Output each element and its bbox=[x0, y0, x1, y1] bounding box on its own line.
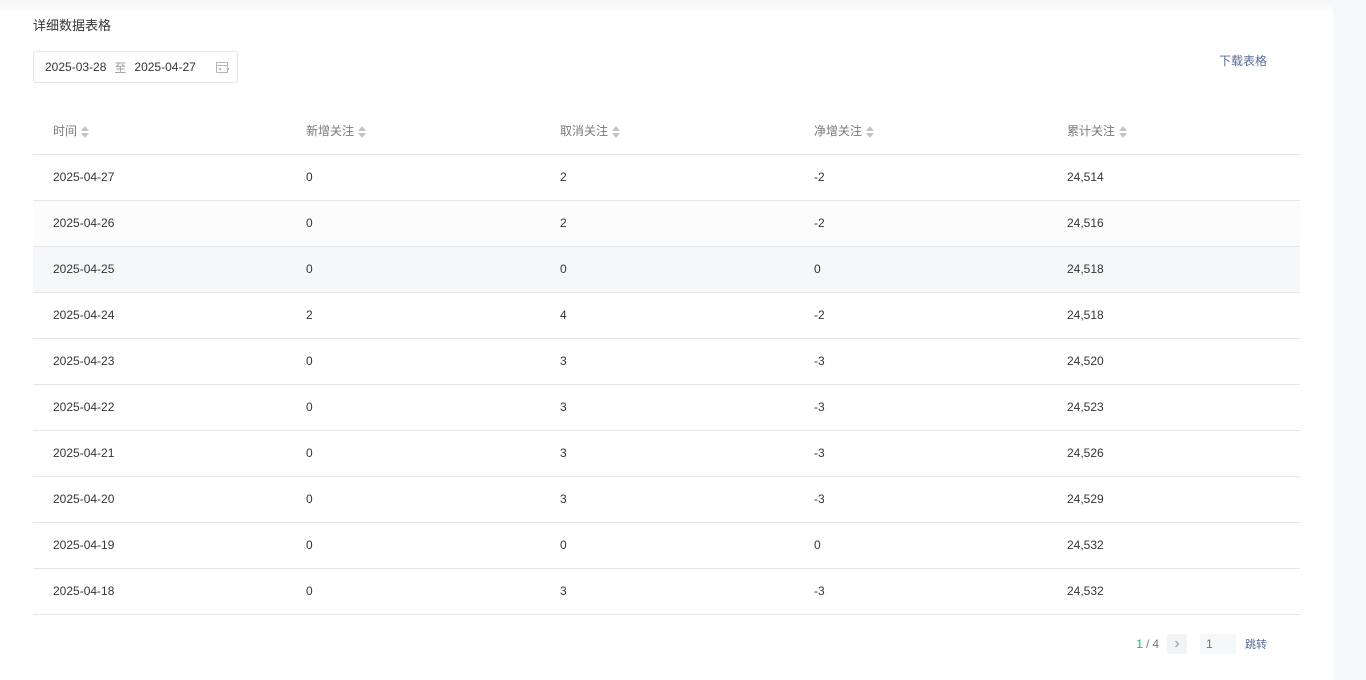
sort-icon[interactable] bbox=[81, 126, 90, 139]
cell-unfollows: 0 bbox=[540, 522, 794, 569]
column-header-label: 取消关注 bbox=[560, 124, 609, 139]
cell-unfollows: 2 bbox=[540, 200, 794, 247]
data-panel: 详细数据表格 2025-03-28 至 2025-04-27 下载表格 时间 新… bbox=[0, 0, 1333, 680]
cell-unfollows: 2 bbox=[540, 154, 794, 201]
cell-date: 2025-04-19 bbox=[33, 522, 286, 569]
table-row: 2025-04-20 0 3 -3 24,529 bbox=[33, 476, 1300, 523]
page-separator: / bbox=[1145, 637, 1150, 651]
column-header-label: 累计关注 bbox=[1067, 124, 1116, 139]
sort-icon[interactable] bbox=[866, 126, 875, 139]
cell-net-follows: -3 bbox=[794, 476, 1047, 523]
cell-net-follows: -2 bbox=[794, 154, 1047, 201]
cell-net-follows: 0 bbox=[794, 522, 1047, 569]
top-shadow bbox=[0, 0, 1333, 12]
column-header-total-follows[interactable]: 累计关注 bbox=[1047, 108, 1300, 155]
cell-date: 2025-04-26 bbox=[33, 200, 286, 247]
cell-total-follows: 24,532 bbox=[1047, 568, 1300, 615]
cell-new-follows: 0 bbox=[286, 200, 540, 247]
cell-date: 2025-04-18 bbox=[33, 568, 286, 615]
cell-unfollows: 3 bbox=[540, 338, 794, 385]
data-table: 时间 新增关注 取消关注 净增关注 累计关注 2025-04-27 0 2 -2… bbox=[33, 108, 1300, 615]
cell-net-follows: -3 bbox=[794, 568, 1047, 615]
cell-date: 2025-04-21 bbox=[33, 430, 286, 477]
cell-total-follows: 24,514 bbox=[1047, 154, 1300, 201]
date-range-separator: 至 bbox=[114, 60, 127, 75]
column-header-label: 新增关注 bbox=[306, 124, 355, 139]
next-page-button[interactable] bbox=[1167, 634, 1187, 654]
cell-unfollows: 0 bbox=[540, 246, 794, 293]
cell-total-follows: 24,523 bbox=[1047, 384, 1300, 431]
table-row: 2025-04-24 2 4 -2 24,518 bbox=[33, 292, 1300, 339]
table-row: 2025-04-21 0 3 -3 24,526 bbox=[33, 430, 1300, 477]
cell-total-follows: 24,526 bbox=[1047, 430, 1300, 477]
pagination: 1 / 4 跳转 bbox=[1136, 634, 1267, 654]
cell-total-follows: 24,529 bbox=[1047, 476, 1300, 523]
chevron-right-icon bbox=[1175, 640, 1180, 648]
column-header-time[interactable]: 时间 bbox=[33, 108, 286, 155]
column-header-unfollows[interactable]: 取消关注 bbox=[540, 108, 794, 155]
cell-net-follows: -2 bbox=[794, 200, 1047, 247]
total-pages: 4 bbox=[1152, 637, 1159, 651]
column-header-label: 净增关注 bbox=[814, 124, 863, 139]
date-range-picker[interactable]: 2025-03-28 至 2025-04-27 bbox=[33, 51, 238, 83]
cell-net-follows: -3 bbox=[794, 338, 1047, 385]
cell-unfollows: 4 bbox=[540, 292, 794, 339]
cell-new-follows: 0 bbox=[286, 430, 540, 477]
cell-new-follows: 0 bbox=[286, 522, 540, 569]
sort-icon[interactable] bbox=[1119, 126, 1128, 139]
table-row: 2025-04-22 0 3 -3 24,523 bbox=[33, 384, 1300, 431]
column-header-label: 时间 bbox=[53, 124, 78, 139]
cell-total-follows: 24,532 bbox=[1047, 522, 1300, 569]
cell-total-follows: 24,516 bbox=[1047, 200, 1300, 247]
cell-net-follows: -2 bbox=[794, 292, 1047, 339]
cell-net-follows: -3 bbox=[794, 384, 1047, 431]
sort-icon[interactable] bbox=[358, 126, 367, 139]
cell-unfollows: 3 bbox=[540, 430, 794, 477]
calendar-icon[interactable] bbox=[216, 62, 229, 73]
cell-date: 2025-04-25 bbox=[33, 246, 286, 293]
cell-total-follows: 24,520 bbox=[1047, 338, 1300, 385]
download-table-link[interactable]: 下载表格 bbox=[1219, 52, 1267, 69]
cell-date: 2025-04-27 bbox=[33, 154, 286, 201]
table-row: 2025-04-23 0 3 -3 24,520 bbox=[33, 338, 1300, 385]
cell-new-follows: 0 bbox=[286, 568, 540, 615]
column-header-net-follows[interactable]: 净增关注 bbox=[794, 108, 1047, 155]
cell-total-follows: 24,518 bbox=[1047, 246, 1300, 293]
table-row: 2025-04-25 0 0 0 24,518 bbox=[33, 246, 1300, 293]
cell-new-follows: 0 bbox=[286, 246, 540, 293]
cell-unfollows: 3 bbox=[540, 384, 794, 431]
table-row: 2025-04-26 0 2 -2 24,516 bbox=[33, 200, 1300, 247]
section-title: 详细数据表格 bbox=[33, 18, 112, 33]
cell-date: 2025-04-20 bbox=[33, 476, 286, 523]
cell-unfollows: 3 bbox=[540, 568, 794, 615]
cell-new-follows: 0 bbox=[286, 154, 540, 201]
page-jump-input[interactable] bbox=[1200, 634, 1236, 654]
cell-new-follows: 0 bbox=[286, 338, 540, 385]
right-gutter bbox=[1333, 0, 1366, 680]
cell-net-follows: -3 bbox=[794, 430, 1047, 477]
table-header-row: 时间 新增关注 取消关注 净增关注 累计关注 bbox=[33, 108, 1300, 155]
cell-new-follows: 0 bbox=[286, 476, 540, 523]
date-range-start: 2025-03-28 bbox=[45, 60, 107, 74]
jump-button[interactable]: 跳转 bbox=[1245, 636, 1267, 652]
sort-icon[interactable] bbox=[612, 126, 621, 139]
cell-date: 2025-04-22 bbox=[33, 384, 286, 431]
date-range-end: 2025-04-27 bbox=[134, 60, 196, 74]
current-page: 1 bbox=[1136, 637, 1143, 651]
table-row: 2025-04-27 0 2 -2 24,514 bbox=[33, 154, 1300, 201]
cell-new-follows: 0 bbox=[286, 384, 540, 431]
column-header-new-follows[interactable]: 新增关注 bbox=[286, 108, 540, 155]
table-row: 2025-04-18 0 3 -3 24,532 bbox=[33, 568, 1300, 615]
cell-date: 2025-04-24 bbox=[33, 292, 286, 339]
cell-unfollows: 3 bbox=[540, 476, 794, 523]
cell-date: 2025-04-23 bbox=[33, 338, 286, 385]
table-row: 2025-04-19 0 0 0 24,532 bbox=[33, 522, 1300, 569]
cell-net-follows: 0 bbox=[794, 246, 1047, 293]
cell-total-follows: 24,518 bbox=[1047, 292, 1300, 339]
cell-new-follows: 2 bbox=[286, 292, 540, 339]
